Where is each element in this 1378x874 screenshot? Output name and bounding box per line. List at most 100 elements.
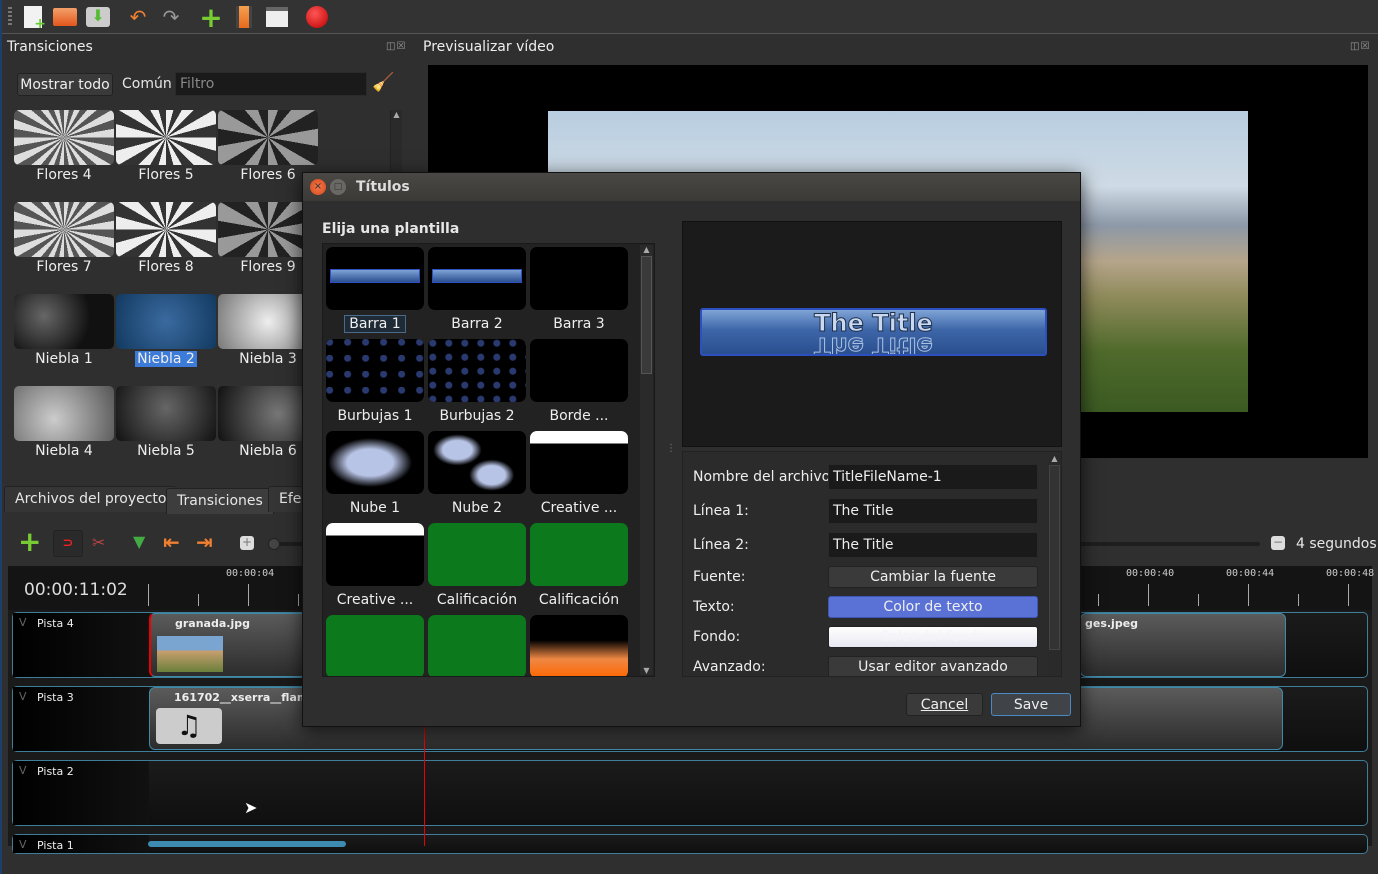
transition-item[interactable]: Flores 4 bbox=[14, 110, 114, 200]
import-files-icon[interactable]: + bbox=[198, 1, 224, 34]
razor-scissors-icon[interactable]: ✂ bbox=[92, 533, 105, 552]
transition-thumbnail bbox=[14, 202, 114, 257]
transition-item[interactable]: Niebla 5 bbox=[116, 386, 216, 475]
dock-float-close-icons[interactable]: ◫☒ bbox=[386, 41, 406, 52]
snap-magnet-icon[interactable]: ⊃ bbox=[53, 530, 83, 557]
transition-item[interactable]: Flores 5 bbox=[116, 110, 216, 200]
add-track-icon[interactable]: + bbox=[18, 528, 41, 556]
change-font-button[interactable]: Cambiar la fuente bbox=[828, 566, 1038, 588]
template-label: Barra 1 bbox=[326, 315, 424, 333]
profile-icon[interactable] bbox=[231, 4, 257, 30]
template-item[interactable]: Burbujas 1 bbox=[326, 339, 424, 427]
template-scrollbar[interactable]: ▲ ▼ bbox=[640, 245, 653, 675]
template-list: Barra 1 Barra 2 Barra 3 Burbujas 1 Burbujas … bbox=[322, 243, 655, 677]
text-color-button[interactable]: Color de texto bbox=[828, 596, 1038, 618]
transition-item[interactable]: Niebla 4 bbox=[14, 386, 114, 475]
transition-thumbnail bbox=[116, 202, 216, 257]
transition-thumbnail bbox=[14, 294, 114, 349]
show-all-button[interactable]: Mostrar todo bbox=[17, 73, 113, 96]
template-item[interactable]: Borde ... bbox=[530, 339, 628, 427]
template-thumbnail bbox=[428, 615, 526, 676]
line1-input[interactable]: The Title bbox=[828, 498, 1038, 524]
transition-thumbnail bbox=[218, 110, 318, 165]
new-project-icon[interactable]: + bbox=[20, 4, 46, 32]
template-label-text: Nube 2 bbox=[451, 500, 503, 516]
template-label: Borde ... bbox=[530, 408, 628, 424]
template-item[interactable]: Burbujas 2 bbox=[428, 339, 526, 427]
transition-thumbnail bbox=[116, 294, 216, 349]
clear-filter-broom-icon[interactable]: 🧹 bbox=[372, 72, 394, 93]
template-label: Burbujas 1 bbox=[326, 408, 424, 424]
tab-project-files[interactable]: Archivos del proyecto bbox=[4, 486, 178, 512]
template-item[interactable] bbox=[326, 615, 424, 676]
transition-label: Flores 4 bbox=[14, 167, 114, 183]
ruler-tick bbox=[298, 594, 299, 606]
grip-icon[interactable] bbox=[8, 7, 12, 27]
template-item[interactable]: Nube 2 bbox=[428, 431, 526, 519]
dock-float-close-icons[interactable]: ◫☒ bbox=[1350, 41, 1370, 52]
template-item[interactable]: Calificación ... bbox=[428, 523, 526, 624]
advanced-editor-button[interactable]: Usar editor avanzado bbox=[828, 656, 1038, 676]
template-thumbnail bbox=[530, 431, 628, 494]
clip-granada[interactable]: granada.jpg bbox=[149, 613, 309, 677]
zoom-in-icon[interactable]: + bbox=[240, 536, 254, 550]
previous-marker-icon[interactable]: ⇤ bbox=[163, 530, 180, 554]
chevron-down-icon[interactable]: V bbox=[19, 838, 27, 851]
template-item[interactable]: Barra 1 bbox=[326, 247, 424, 335]
template-item[interactable]: Creative ... bbox=[530, 431, 628, 519]
transition-item[interactable]: Niebla 2 bbox=[116, 294, 216, 384]
transition-label: Flores 5 bbox=[116, 167, 216, 183]
track-2[interactable]: V Pista 2 bbox=[12, 760, 1368, 826]
next-marker-icon[interactable]: ⇥ bbox=[196, 530, 213, 554]
tab-transitions[interactable]: Transiciones bbox=[166, 488, 274, 514]
splitter-handle[interactable]: ⋮ bbox=[666, 443, 676, 454]
template-item[interactable]: Barra 2 bbox=[428, 247, 526, 335]
template-item[interactable]: Creative ... bbox=[326, 523, 424, 611]
clip-image-right[interactable]: ges.jpeg bbox=[1080, 613, 1286, 677]
template-thumbnail bbox=[428, 339, 526, 402]
transition-item[interactable]: Flores 7 bbox=[14, 202, 114, 292]
window-edge bbox=[0, 0, 2, 874]
add-marker-icon[interactable]: ▼ bbox=[133, 532, 145, 551]
template-label: Nube 2 bbox=[428, 500, 526, 516]
line2-input[interactable]: The Title bbox=[828, 532, 1038, 558]
template-label-text: Barra 3 bbox=[553, 316, 605, 332]
background-color-button[interactable]: Color del fondo bbox=[828, 626, 1038, 648]
template-item[interactable]: Barra 3 bbox=[530, 247, 628, 335]
filename-input[interactable]: TitleFileName-1 bbox=[828, 464, 1038, 490]
redo-icon[interactable]: ↷ bbox=[158, 4, 184, 30]
form-scrollbar[interactable]: ▲ bbox=[1048, 454, 1061, 676]
transition-label: Niebla 5 bbox=[116, 443, 216, 459]
template-label: Nube 1 bbox=[326, 500, 424, 516]
chevron-down-icon[interactable]: V bbox=[19, 616, 27, 629]
save-button[interactable]: Save bbox=[991, 693, 1071, 716]
transition-label-text: Flores 5 bbox=[138, 167, 194, 183]
ruler-tick bbox=[1198, 594, 1199, 606]
chevron-down-icon[interactable]: V bbox=[19, 764, 27, 777]
chevron-down-icon[interactable]: V bbox=[19, 690, 27, 703]
template-item[interactable] bbox=[530, 615, 628, 676]
fullscreen-icon[interactable] bbox=[264, 4, 290, 30]
export-video-icon[interactable] bbox=[304, 4, 330, 30]
ruler-tick bbox=[198, 594, 199, 606]
open-project-icon[interactable] bbox=[52, 4, 78, 30]
transition-item[interactable]: Niebla 1 bbox=[14, 294, 114, 384]
undo-icon[interactable]: ↶ bbox=[125, 4, 151, 30]
filter-input[interactable]: Filtro bbox=[175, 72, 367, 96]
template-item[interactable]: Nube 1 bbox=[326, 431, 424, 519]
transitions-panel-title: Transiciones bbox=[7, 39, 93, 55]
close-icon[interactable]: × bbox=[310, 179, 326, 195]
transition-thumbnail bbox=[14, 386, 114, 441]
template-item[interactable]: Calificación ... bbox=[530, 523, 628, 624]
common-filter-button[interactable]: Común bbox=[122, 76, 172, 92]
zoom-out-icon[interactable]: − bbox=[1271, 536, 1285, 550]
save-project-icon[interactable]: ⬇ bbox=[85, 4, 111, 30]
cancel-button[interactable]: Cancel bbox=[906, 693, 983, 716]
transition-item[interactable]: Flores 8 bbox=[116, 202, 216, 292]
template-label: Creative ... bbox=[326, 592, 424, 608]
template-label-text: Creative ... bbox=[336, 592, 414, 608]
timeline-scrollbar[interactable] bbox=[148, 841, 346, 847]
template-item[interactable] bbox=[428, 615, 526, 676]
maximize-icon[interactable]: □ bbox=[330, 179, 346, 195]
track-name: Pista 4 bbox=[37, 617, 74, 630]
